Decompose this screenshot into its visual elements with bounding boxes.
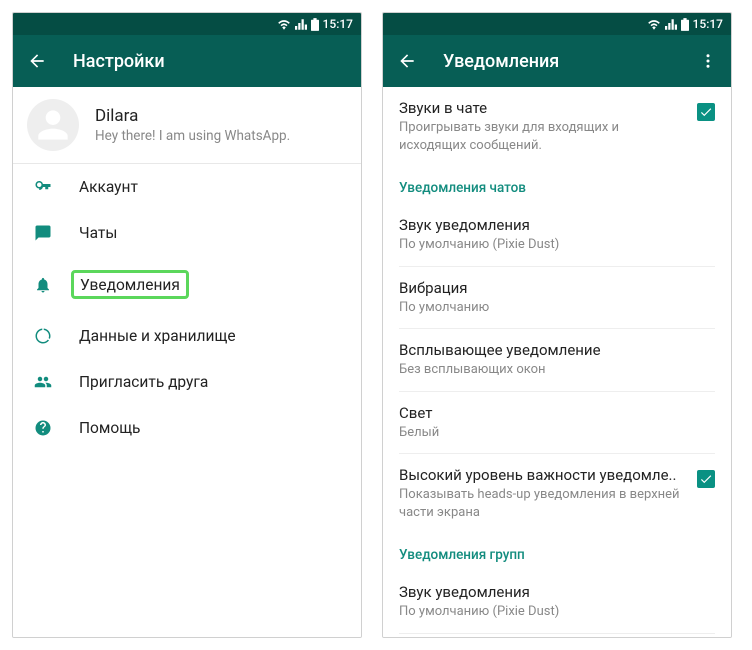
menu-label: Чаты xyxy=(79,224,117,242)
setting-sub: Без всплывающих окон xyxy=(399,361,707,379)
setting-sub: По умолчанию (Pixie Dust) xyxy=(399,236,707,254)
menu-label: Аккаунт xyxy=(79,178,138,196)
avatar xyxy=(27,99,79,151)
profile-status: Hey there! I am using WhatsApp. xyxy=(95,128,347,144)
person-icon xyxy=(31,103,75,147)
menu-invite[interactable]: Пригласить друга xyxy=(13,359,361,405)
check-icon xyxy=(699,105,713,119)
check-icon xyxy=(699,472,713,486)
menu-help[interactable]: Помощь xyxy=(13,405,361,451)
section-groups: Уведомления групп xyxy=(383,533,731,571)
highlight-box: Уведомления xyxy=(71,270,189,299)
profile-name: Dilara xyxy=(95,106,347,126)
menu-chats[interactable]: Чаты xyxy=(13,210,361,256)
checkbox-checked[interactable] xyxy=(697,470,715,488)
setting-sub: Показывать heads-up уведомления в верхне… xyxy=(399,486,689,521)
setting-title: Звук уведомления xyxy=(399,216,707,234)
menu-label: Пригласить друга xyxy=(79,373,208,391)
setting-title: Звук уведомления xyxy=(399,583,707,601)
menu-label: Уведомления xyxy=(80,276,180,294)
bell-icon xyxy=(33,276,53,294)
more-vert-icon xyxy=(699,52,717,70)
page-title: Уведомления xyxy=(443,51,673,72)
chat-icon xyxy=(33,224,53,242)
battery-icon xyxy=(311,18,319,31)
app-bar: Настройки xyxy=(13,35,361,87)
people-icon xyxy=(33,373,53,391)
setting-priority[interactable]: Высокий уровень важности уведомле.. Пока… xyxy=(383,454,731,533)
section-chats: Уведомления чатов xyxy=(383,166,731,204)
wifi-icon xyxy=(647,19,661,30)
data-usage-icon xyxy=(33,327,53,345)
content: Dilara Hey there! I am using WhatsApp. А… xyxy=(13,87,361,637)
setting-group-vibration[interactable]: Вибрация По умолчанию xyxy=(383,634,731,637)
setting-title: Высокий уровень важности уведомле.. xyxy=(399,466,689,484)
setting-notif-sound[interactable]: Звук уведомления По умолчанию (Pixie Dus… xyxy=(383,204,731,266)
checkbox-checked[interactable] xyxy=(697,103,715,121)
signal-icon xyxy=(295,19,307,30)
status-time: 15:17 xyxy=(693,17,723,31)
setting-title: Всплывающее уведомление xyxy=(399,341,707,359)
settings-screen: 15:17 Настройки Dilara Hey there! I am u… xyxy=(12,12,362,638)
status-bar: 15:17 xyxy=(383,13,731,35)
more-button[interactable] xyxy=(699,52,717,70)
signal-icon xyxy=(665,19,677,30)
setting-popup[interactable]: Всплывающее уведомление Без всплывающих … xyxy=(383,329,731,391)
setting-title: Звуки в чате xyxy=(399,99,689,117)
content: Звуки в чате Проигрывать звуки для входя… xyxy=(383,87,731,637)
back-button[interactable] xyxy=(27,51,47,71)
setting-sub: Белый xyxy=(399,424,707,442)
menu-label: Помощь xyxy=(79,419,140,437)
profile-row[interactable]: Dilara Hey there! I am using WhatsApp. xyxy=(13,87,361,163)
menu-label: Данные и хранилище xyxy=(79,327,236,345)
status-time: 15:17 xyxy=(323,17,353,31)
menu-notifications[interactable]: Уведомления xyxy=(13,256,361,313)
arrow-back-icon xyxy=(27,51,47,71)
setting-sub: По умолчанию xyxy=(399,299,707,317)
notifications-screen: 15:17 Уведомления Звуки в чате Проигрыва… xyxy=(382,12,732,638)
status-bar: 15:17 xyxy=(13,13,361,35)
menu-data-storage[interactable]: Данные и хранилище xyxy=(13,313,361,359)
app-bar: Уведомления xyxy=(383,35,731,87)
menu-account[interactable]: Аккаунт xyxy=(13,164,361,210)
setting-chat-sounds[interactable]: Звуки в чате Проигрывать звуки для входя… xyxy=(383,87,731,166)
setting-sub: Проигрывать звуки для входящих и исходящ… xyxy=(399,119,689,154)
key-icon xyxy=(33,178,53,196)
wifi-icon xyxy=(277,19,291,30)
arrow-back-icon xyxy=(397,51,417,71)
battery-icon xyxy=(681,18,689,31)
setting-vibration[interactable]: Вибрация По умолчанию xyxy=(383,267,731,329)
setting-title: Вибрация xyxy=(399,279,707,297)
setting-sub: По умолчанию (Pixie Dust) xyxy=(399,603,707,621)
help-icon xyxy=(33,419,53,437)
page-title: Настройки xyxy=(73,51,347,72)
setting-group-sound[interactable]: Звук уведомления По умолчанию (Pixie Dus… xyxy=(383,571,731,633)
setting-light[interactable]: Свет Белый xyxy=(383,392,731,454)
setting-title: Свет xyxy=(399,404,707,422)
back-button[interactable] xyxy=(397,51,417,71)
